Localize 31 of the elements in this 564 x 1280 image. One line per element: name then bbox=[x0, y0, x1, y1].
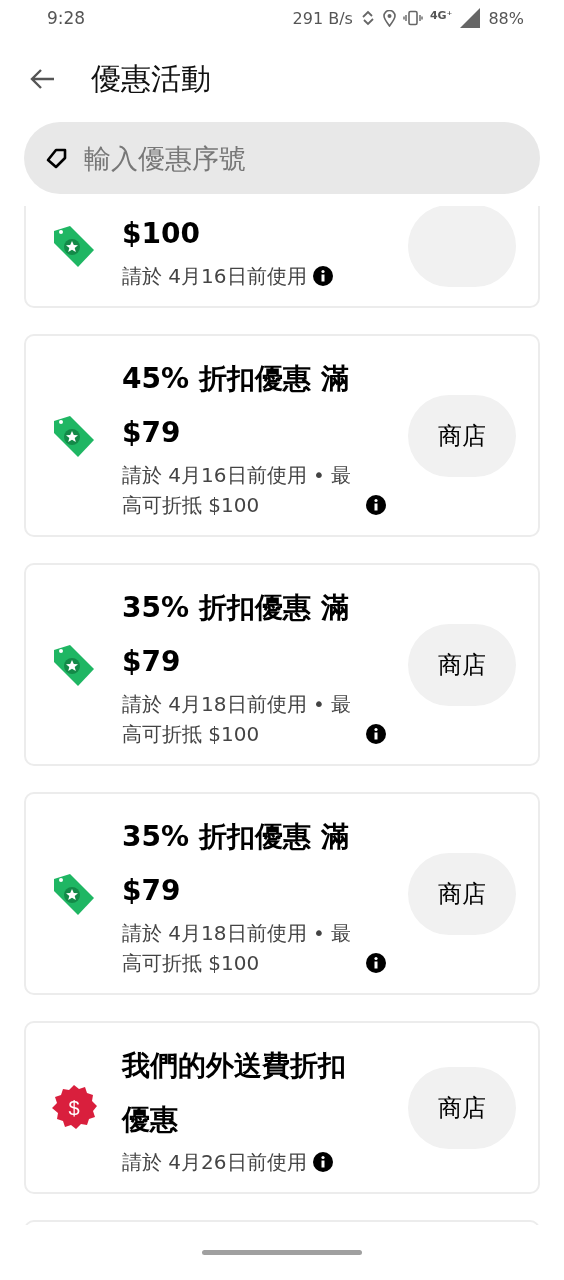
expiry-text: 請於 4月18日前使用 • 最高可折抵 $100 bbox=[122, 920, 353, 977]
expiry-text: 請於 4月16日前使用 bbox=[122, 263, 307, 290]
offer-title: 35% 折扣優惠 滿 $79 bbox=[122, 819, 350, 909]
location-icon bbox=[382, 9, 396, 27]
expiry-text: 請於 4月16日前使用 • 最高可折抵 $100 bbox=[122, 462, 353, 519]
offer-title: 我們的外送費折扣優惠 bbox=[122, 1048, 347, 1138]
page-title: 優惠活動 bbox=[91, 59, 211, 98]
info-icon[interactable] bbox=[366, 724, 386, 744]
back-icon[interactable] bbox=[29, 68, 55, 90]
dollar-badge-icon: $ bbox=[50, 1084, 98, 1132]
vibrate-icon bbox=[402, 10, 423, 26]
store-button[interactable]: 商店 bbox=[408, 1067, 516, 1149]
info-icon[interactable] bbox=[312, 1152, 333, 1172]
store-button[interactable]: 商店 bbox=[408, 624, 516, 706]
tag-icon bbox=[46, 147, 68, 169]
status-time: 9:28 bbox=[47, 8, 86, 28]
signal-icon bbox=[459, 7, 482, 29]
store-button[interactable]: 商店 bbox=[408, 853, 516, 935]
expiry-text: 請於 4月26日前使用 bbox=[122, 1149, 307, 1176]
offer-title: 45% 折扣優惠 滿 $79 bbox=[122, 361, 350, 451]
offer-amount: $100 bbox=[122, 216, 201, 252]
battery-level: 88% bbox=[488, 8, 524, 28]
info-icon[interactable] bbox=[366, 495, 386, 515]
store-button[interactable]: 商店 bbox=[408, 395, 516, 477]
info-icon[interactable] bbox=[312, 266, 333, 286]
expiry-text: 請於 4月18日前使用 • 最高可折抵 $100 bbox=[122, 691, 353, 748]
promo-code-field[interactable]: 輸入優惠序號 bbox=[24, 122, 540, 194]
info-icon[interactable] bbox=[366, 953, 386, 973]
offer-title: 35% 折扣優惠 滿 $79 bbox=[122, 590, 350, 680]
network-speed: 291 B/s bbox=[292, 8, 353, 28]
network-type: 4G⁺ bbox=[429, 8, 453, 22]
